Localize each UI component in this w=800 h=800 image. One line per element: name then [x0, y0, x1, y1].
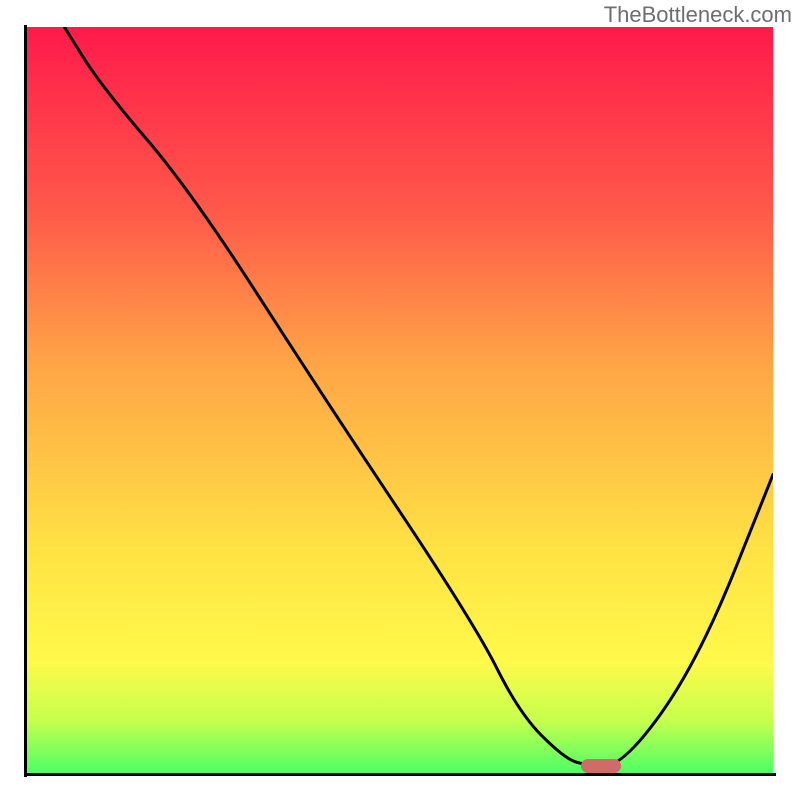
x-axis — [24, 773, 776, 776]
optimum-marker — [581, 759, 621, 773]
curve-svg — [27, 27, 773, 773]
bottleneck-curve — [64, 27, 773, 766]
watermark-text: TheBottleneck.com — [604, 2, 792, 28]
chart-container: TheBottleneck.com — [0, 0, 800, 800]
